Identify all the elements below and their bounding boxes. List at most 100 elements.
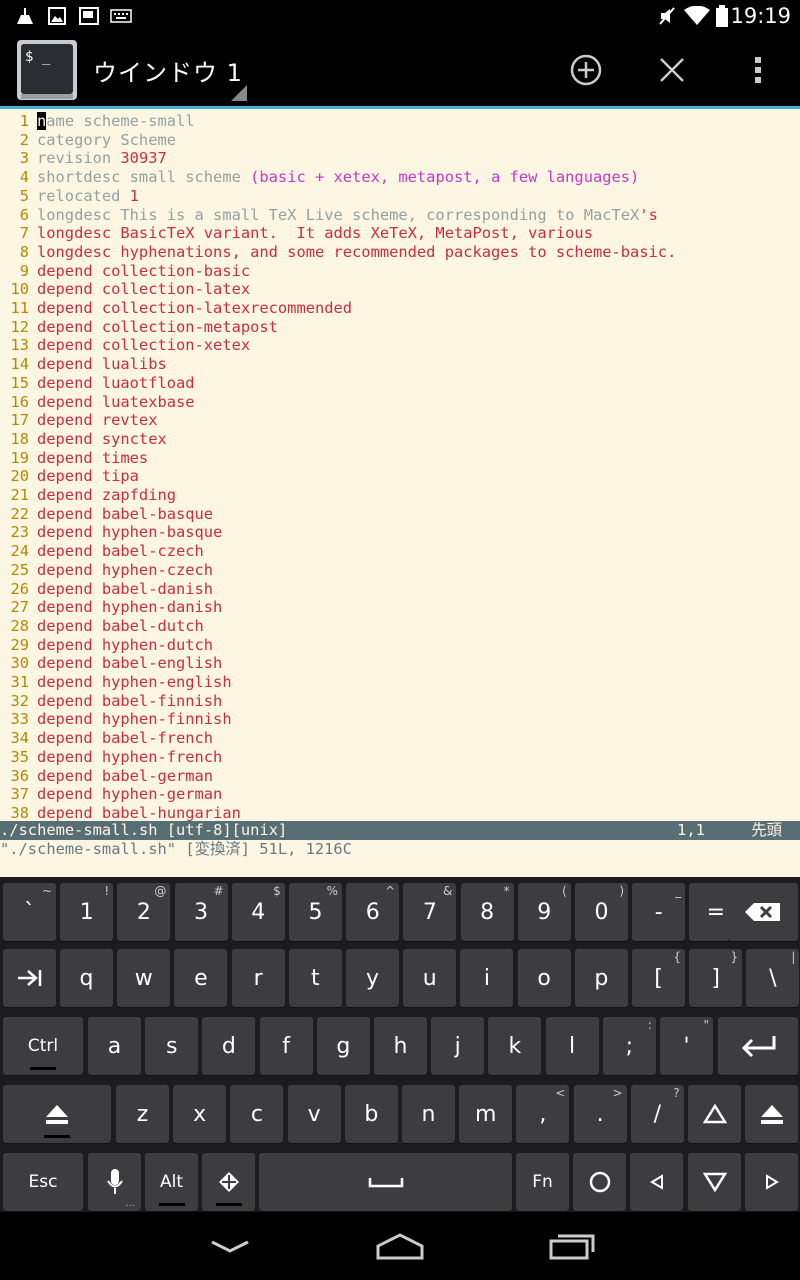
letter-key[interactable]: l (545, 1017, 599, 1075)
letter-key[interactable]: /? (630, 1085, 684, 1143)
char-key[interactable]: 0) (575, 883, 628, 941)
shift-right-key[interactable] (745, 1085, 798, 1143)
code-line[interactable]: 29 depend hyphen-dutch (0, 636, 213, 655)
letter-key[interactable]: u (403, 949, 457, 1007)
char-key[interactable]: 8 * (460, 883, 514, 941)
code-line[interactable]: 9 depend collection-basic (0, 262, 250, 281)
char-key[interactable]: 3 # (174, 883, 228, 941)
letter-key[interactable]: , < (516, 1085, 570, 1143)
letter-key[interactable]: e (174, 949, 228, 1007)
char-key[interactable]: 9( (517, 883, 571, 941)
char-key[interactable]: 5% (289, 883, 342, 941)
add-window-icon[interactable] (563, 47, 609, 93)
arrow-right-key[interactable] (745, 1153, 798, 1211)
letter-key[interactable]: z (116, 1085, 169, 1143)
letter-key[interactable]: m (459, 1085, 513, 1143)
code-line[interactable]: 36 depend babel-german (0, 767, 213, 786)
code-line[interactable]: 35 depend hyphen-french (0, 748, 222, 767)
letter-key[interactable]: k (488, 1017, 542, 1075)
alt-key[interactable]: Alt (145, 1153, 198, 1211)
letter-key[interactable]: p (574, 949, 628, 1007)
code-line[interactable]: 5 relocated 1 (0, 187, 139, 206)
letter-key[interactable]: r (231, 949, 285, 1007)
code-line[interactable]: 13 depend collection-xetex (0, 336, 250, 355)
letter-key[interactable]: g (316, 1017, 370, 1075)
code-line[interactable]: 31 depend hyphen-english (0, 673, 231, 692)
code-line[interactable]: 19 depend times (0, 449, 148, 468)
letter-key[interactable]: t (288, 949, 342, 1007)
code-line[interactable]: 37 depend hyphen-german (0, 785, 222, 804)
settings-diamond-key[interactable] (202, 1153, 255, 1211)
letter-key[interactable]: h (374, 1017, 427, 1075)
code-line[interactable]: 16 depend luatexbase (0, 393, 194, 412)
code-line[interactable]: 32 depend babel-finnish (0, 692, 222, 711)
arrow-down-key[interactable] (688, 1153, 741, 1211)
tab-key[interactable] (3, 949, 56, 1007)
code-line[interactable]: 33 depend hyphen-finnish (0, 710, 231, 729)
arrow-left-key[interactable] (630, 1153, 683, 1211)
code-line[interactable]: 25 depend hyphen-czech (0, 561, 213, 580)
ctrl-key[interactable]: Ctrl (3, 1017, 83, 1075)
code-line[interactable]: 26 depend babel-danish (0, 580, 213, 599)
code-line[interactable]: 8 longdesc hyphenations, and some recomme… (0, 243, 677, 262)
letter-key[interactable]: b (344, 1085, 398, 1143)
code-line[interactable]: 20 depend tipa (0, 467, 138, 486)
letter-key[interactable]: y (346, 949, 399, 1007)
code-line[interactable]: 11 depend collection-latexrecommended (0, 299, 352, 318)
letter-key[interactable]: a (88, 1017, 141, 1075)
window-dropdown-icon[interactable] (231, 85, 247, 101)
arrow-up-key[interactable] (688, 1085, 741, 1143)
code-line[interactable]: 21 depend zapfding (0, 486, 176, 505)
code-line[interactable]: 7 longdesc BasicTeX variant. It adds XeTe… (0, 224, 593, 243)
backspace-key[interactable] (728, 883, 798, 941)
circle-key[interactable] (573, 1153, 626, 1211)
letter-key[interactable]: w (117, 949, 171, 1007)
code-line[interactable]: 6 longdesc This is a small TeX Live schem… (0, 206, 658, 225)
code-line[interactable]: 28 depend babel-dutch (0, 617, 203, 636)
home-nav-icon[interactable] (370, 1226, 430, 1266)
letter-key[interactable]: c (230, 1085, 284, 1143)
back-nav-icon[interactable] (200, 1226, 260, 1266)
code-line[interactable]: 15 depend luaotfload (0, 374, 194, 393)
letter-key[interactable]: d (202, 1017, 256, 1075)
code-line[interactable]: 12 depend collection-metapost (0, 318, 277, 337)
space-key[interactable] (259, 1153, 512, 1211)
letter-key[interactable]: i (460, 949, 514, 1007)
code-line[interactable]: 4 shortdesc small scheme (basic + xetex, … (0, 168, 640, 187)
code-line[interactable]: 22 depend babel-basque (0, 505, 213, 524)
code-line[interactable]: 18 depend synctex (0, 430, 166, 449)
window-title[interactable]: ウインドウ 1 (93, 53, 243, 88)
enter-key[interactable] (718, 1017, 798, 1075)
char-key[interactable]: 2 @ (117, 883, 171, 941)
code-line[interactable]: 17 depend revtex (0, 411, 157, 430)
fn-key[interactable]: Fn (516, 1153, 569, 1211)
code-line[interactable]: 1 name scheme-small (0, 112, 195, 131)
code-line[interactable]: 2 category Scheme (0, 131, 176, 150)
close-window-icon[interactable] (649, 47, 695, 93)
letter-key[interactable]: x (173, 1085, 227, 1143)
code-line[interactable]: 27 depend hyphen-danish (0, 598, 222, 617)
code-line[interactable]: 10 depend collection-latex (0, 280, 250, 299)
letter-key[interactable]: . > (573, 1085, 627, 1143)
mic-key[interactable]: ... (88, 1153, 141, 1211)
code-line[interactable]: 14 depend lualibs (0, 355, 166, 374)
overflow-menu-icon[interactable] (735, 47, 781, 93)
code-line[interactable]: 3 revision 30937 (0, 149, 167, 168)
letter-key[interactable]: n (402, 1085, 455, 1143)
char-key[interactable]: 6 ^ (346, 883, 400, 941)
letter-key[interactable]: ;: (602, 1017, 656, 1075)
letter-key[interactable]: f (259, 1017, 313, 1075)
letter-key[interactable]: ' " (660, 1017, 713, 1075)
code-line[interactable]: 23 depend hyphen-basque (0, 523, 222, 542)
char-key[interactable]: - _ (632, 883, 686, 941)
terminal-app-icon[interactable]: $ _ (16, 39, 78, 101)
shift-left-key[interactable] (3, 1085, 111, 1143)
letter-key[interactable]: o (517, 949, 571, 1007)
recents-nav-icon[interactable] (542, 1226, 602, 1266)
letter-key[interactable]: v (287, 1085, 341, 1143)
code-line[interactable]: 24 depend babel-czech (0, 542, 203, 561)
letter-key[interactable]: s (145, 1017, 199, 1075)
code-line[interactable]: 34 depend babel-french (0, 729, 213, 748)
letter-key[interactable]: [{ (632, 949, 685, 1007)
letter-key[interactable]: \ | (746, 949, 800, 1007)
